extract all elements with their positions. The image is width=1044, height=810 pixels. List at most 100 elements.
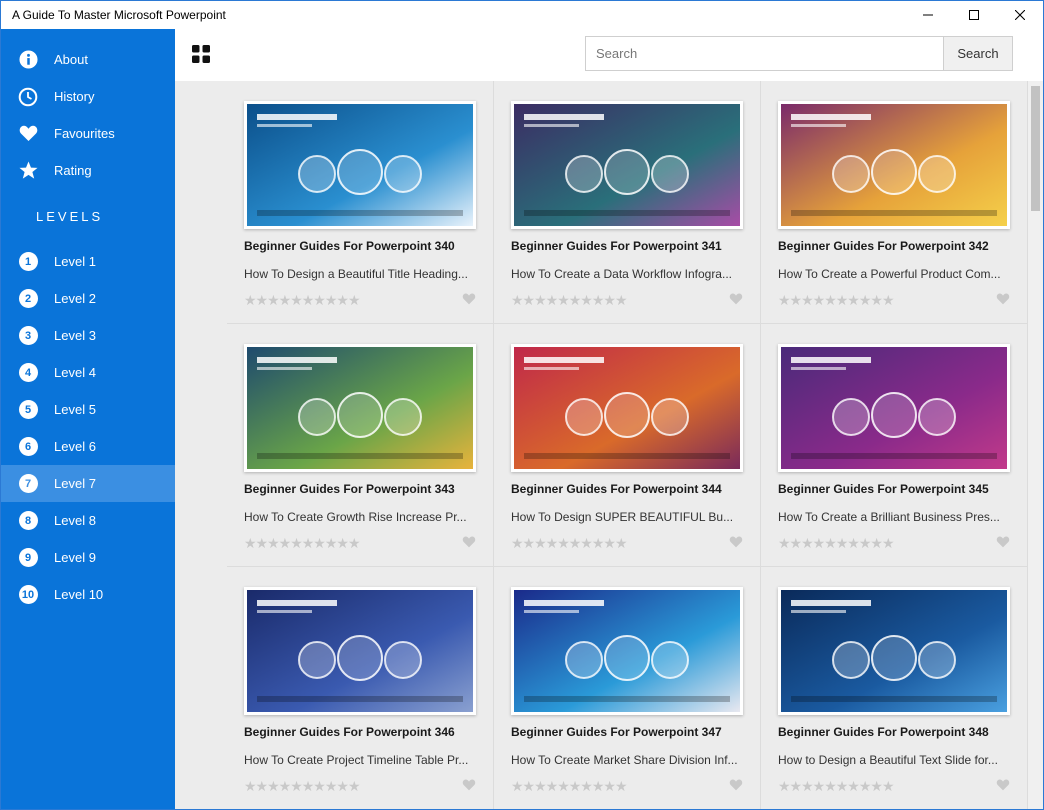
favourite-heart-icon[interactable] <box>462 779 476 791</box>
sidebar-item-level-10[interactable]: 10 Level 10 <box>1 576 175 613</box>
card-title[interactable]: Beginner Guides For Powerpoint 348 <box>778 725 1018 739</box>
favourite-heart-icon[interactable] <box>996 293 1010 305</box>
level-number-icon: 3 <box>18 326 38 346</box>
minimize-button[interactable] <box>905 1 951 29</box>
sidebar-item-rating[interactable]: Rating <box>1 152 175 189</box>
card-thumbnail[interactable] <box>778 587 1010 715</box>
sidebar-item-about[interactable]: About <box>1 41 175 78</box>
title-bar: A Guide To Master Microsoft Powerpoint <box>1 1 1043 29</box>
level-number-icon: 10 <box>18 585 38 605</box>
level-number: 6 <box>18 437 38 456</box>
card-title[interactable]: Beginner Guides For Powerpoint 344 <box>511 482 751 496</box>
search-box: Search <box>585 36 1013 71</box>
sidebar: About History Favourites Rating LEVELS 1… <box>1 29 175 809</box>
card-subtitle: How To Design SUPER BEAUTIFUL Bu... <box>511 510 734 524</box>
card-thumbnail[interactable] <box>511 344 743 472</box>
tutorial-card[interactable]: Beginner Guides For Powerpoint 343 How To… <box>227 324 494 567</box>
tutorial-card[interactable]: Beginner Guides For Powerpoint 340 How To… <box>227 81 494 324</box>
sidebar-item-level-9[interactable]: 9 Level 9 <box>1 539 175 576</box>
card-thumbnail[interactable] <box>244 101 476 229</box>
favourite-heart-icon[interactable] <box>729 293 743 305</box>
sidebar-item-level-4[interactable]: 4 Level 4 <box>1 354 175 391</box>
card-subtitle: How To Create a Data Workflow Infogra... <box>511 267 732 281</box>
level-number: 8 <box>18 511 38 530</box>
level-number: 4 <box>18 363 38 382</box>
card-title[interactable]: Beginner Guides For Powerpoint 346 <box>244 725 484 739</box>
close-button[interactable] <box>997 1 1043 29</box>
scrollbar-thumb[interactable] <box>1031 86 1040 211</box>
sidebar-item-label: Level 10 <box>54 587 104 602</box>
level-number-icon: 1 <box>18 252 38 272</box>
maximize-button[interactable] <box>951 1 997 29</box>
sidebar-item-label: Favourites <box>54 126 115 141</box>
card-thumbnail[interactable] <box>511 101 743 229</box>
card-subtitle: How To Create Growth Rise Increase Pr... <box>244 510 467 524</box>
rating-stars[interactable]: ★★★★★★★★★★ <box>511 292 628 309</box>
level-number-icon: 6 <box>18 437 38 457</box>
rating-stars[interactable]: ★★★★★★★★★★ <box>778 778 895 795</box>
rating-stars[interactable]: ★★★★★★★★★★ <box>511 535 628 552</box>
sidebar-item-level-6[interactable]: 6 Level 6 <box>1 428 175 465</box>
card-thumbnail[interactable] <box>511 587 743 715</box>
tutorial-card[interactable]: Beginner Guides For Powerpoint 344 How To… <box>494 324 761 567</box>
sidebar-item-level-7[interactable]: 7 Level 7 <box>1 465 175 502</box>
sidebar-item-favourites[interactable]: Favourites <box>1 115 175 152</box>
sidebar-item-label: Rating <box>54 163 92 178</box>
sidebar-item-level-2[interactable]: 2 Level 2 <box>1 280 175 317</box>
search-button[interactable]: Search <box>943 37 1012 70</box>
tutorial-card[interactable]: Beginner Guides For Powerpoint 342 How To… <box>761 81 1028 324</box>
sidebar-item-level-3[interactable]: 3 Level 3 <box>1 317 175 354</box>
minimize-icon <box>923 14 933 16</box>
rating-stars[interactable]: ★★★★★★★★★★ <box>244 292 361 309</box>
favourite-heart-icon[interactable] <box>729 779 743 791</box>
sidebar-item-history[interactable]: History <box>1 78 175 115</box>
card-title[interactable]: Beginner Guides For Powerpoint 340 <box>244 239 484 253</box>
sidebar-item-label: Level 3 <box>54 328 96 343</box>
tutorial-card[interactable]: Beginner Guides For Powerpoint 347 How To… <box>494 567 761 809</box>
card-title[interactable]: Beginner Guides For Powerpoint 341 <box>511 239 751 253</box>
card-title[interactable]: Beginner Guides For Powerpoint 342 <box>778 239 1018 253</box>
grid-view-icon[interactable] <box>192 45 210 63</box>
rating-stars[interactable]: ★★★★★★★★★★ <box>244 778 361 795</box>
sidebar-item-label: Level 9 <box>54 550 96 565</box>
card-subtitle: How To Create Market Share Division Inf.… <box>511 753 738 767</box>
window-title: A Guide To Master Microsoft Powerpoint <box>12 8 226 22</box>
sidebar-item-label: Level 5 <box>54 402 96 417</box>
sidebar-item-level-8[interactable]: 8 Level 8 <box>1 502 175 539</box>
tutorial-card[interactable]: Beginner Guides For Powerpoint 348 How to… <box>761 567 1028 809</box>
rating-stars[interactable]: ★★★★★★★★★★ <box>511 778 628 795</box>
favourite-heart-icon[interactable] <box>729 536 743 548</box>
rating-stars[interactable]: ★★★★★★★★★★ <box>778 292 895 309</box>
rating-stars[interactable]: ★★★★★★★★★★ <box>778 535 895 552</box>
vertical-scrollbar[interactable] <box>1028 81 1043 809</box>
sidebar-item-label: Level 1 <box>54 254 96 269</box>
tutorial-card[interactable]: Beginner Guides For Powerpoint 346 How To… <box>227 567 494 809</box>
favourite-heart-icon[interactable] <box>462 293 476 305</box>
card-title[interactable]: Beginner Guides For Powerpoint 347 <box>511 725 751 739</box>
level-number: 3 <box>18 326 38 345</box>
sidebar-item-level-1[interactable]: 1 Level 1 <box>1 243 175 280</box>
favourite-heart-icon[interactable] <box>996 536 1010 548</box>
search-input[interactable] <box>586 37 943 70</box>
card-thumbnail[interactable] <box>244 344 476 472</box>
card-thumbnail[interactable] <box>778 101 1010 229</box>
star-icon <box>18 161 38 181</box>
card-title[interactable]: Beginner Guides For Powerpoint 345 <box>778 482 1018 496</box>
card-thumbnail[interactable] <box>244 587 476 715</box>
levels-heading: LEVELS <box>36 208 104 224</box>
favourite-heart-icon[interactable] <box>462 536 476 548</box>
toolbar: Search <box>175 29 1043 81</box>
card-title[interactable]: Beginner Guides For Powerpoint 343 <box>244 482 484 496</box>
level-number-icon: 8 <box>18 511 38 531</box>
tutorial-card[interactable]: Beginner Guides For Powerpoint 341 How To… <box>494 81 761 324</box>
level-number: 7 <box>18 474 38 493</box>
content-area: Beginner Guides For Powerpoint 340 How To… <box>175 81 1028 809</box>
card-thumbnail[interactable] <box>778 344 1010 472</box>
favourite-heart-icon[interactable] <box>996 779 1010 791</box>
rating-stars[interactable]: ★★★★★★★★★★ <box>244 535 361 552</box>
sidebar-item-level-5[interactable]: 5 Level 5 <box>1 391 175 428</box>
maximize-icon <box>969 10 979 20</box>
tutorial-card[interactable]: Beginner Guides For Powerpoint 345 How To… <box>761 324 1028 567</box>
level-number: 2 <box>18 289 38 308</box>
clock-icon <box>18 87 38 107</box>
